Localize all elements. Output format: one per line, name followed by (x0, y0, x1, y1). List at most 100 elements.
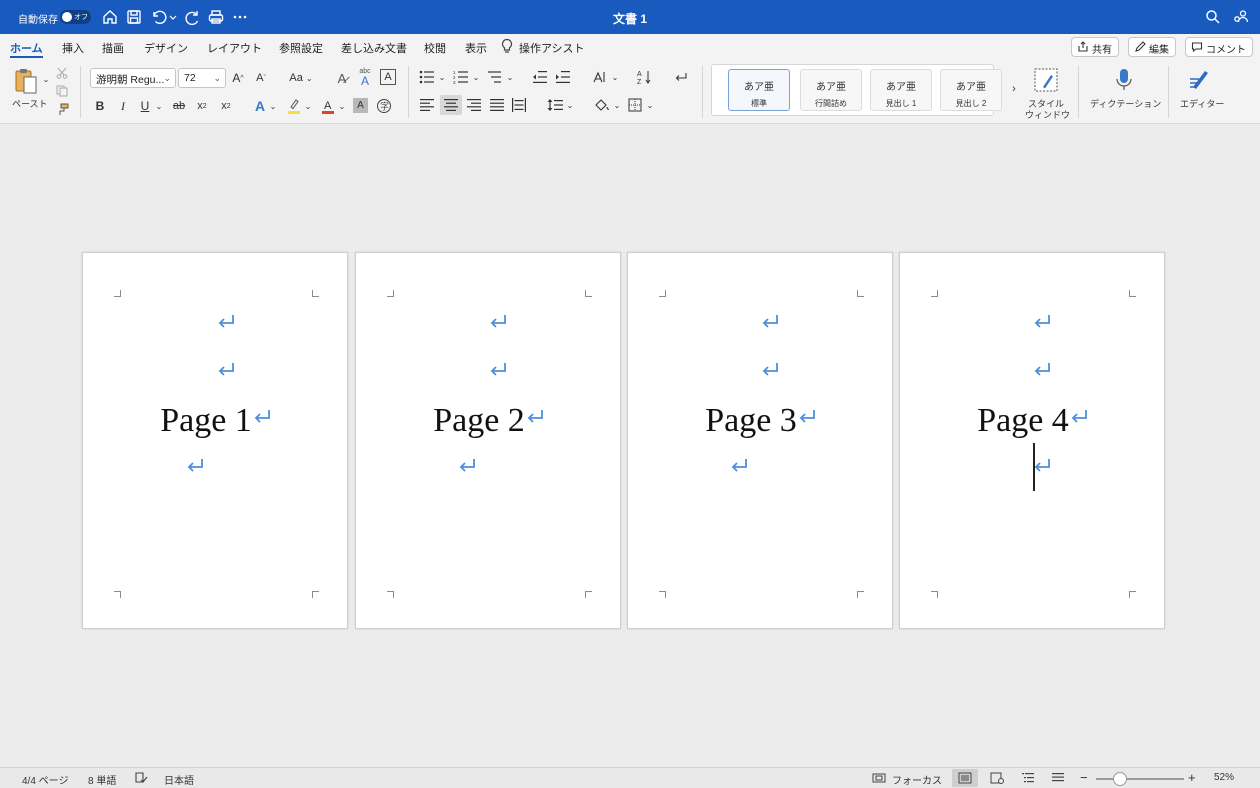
align-left-icon[interactable] (418, 96, 436, 114)
tab-references[interactable]: 参照設定 (279, 40, 323, 56)
shrink-font-icon[interactable]: Aˇ (253, 68, 269, 88)
font-color-icon[interactable]: A (320, 97, 336, 115)
subscript-icon[interactable]: x2 (195, 97, 209, 115)
undo-icon[interactable] (149, 8, 167, 26)
decrease-indent-icon[interactable] (531, 68, 549, 86)
increase-indent-icon[interactable] (554, 68, 572, 86)
highlight-icon[interactable] (286, 97, 302, 115)
multilevel-dropdown-icon[interactable]: ⌄ (505, 68, 515, 86)
format-painter-icon[interactable] (55, 102, 69, 116)
editor-button[interactable] (1186, 66, 1214, 94)
outline-view-button[interactable] (1015, 769, 1041, 787)
style-no-spacing[interactable]: あア亜 行間詰め (800, 69, 862, 111)
cut-icon[interactable] (55, 66, 69, 80)
style-normal[interactable]: あア亜 標準 (728, 69, 790, 111)
tab-draw[interactable]: 描画 (102, 40, 124, 56)
dictation-button[interactable] (1112, 66, 1136, 94)
zoom-slider-handle[interactable] (1113, 772, 1127, 786)
comment-button[interactable]: コメント (1185, 37, 1253, 57)
underline-dropdown-icon[interactable]: ⌄ (154, 97, 164, 115)
undo-dropdown-icon[interactable] (168, 8, 178, 26)
styles-pane-button[interactable] (1032, 66, 1060, 94)
strikethrough-icon[interactable]: ab (171, 97, 187, 115)
proofing-icon[interactable] (134, 771, 148, 785)
text-direction-icon[interactable] (591, 68, 609, 86)
sort-icon[interactable]: AZ (636, 68, 654, 86)
zoom-level[interactable]: 52% (1214, 772, 1234, 783)
tab-insert[interactable]: 挿入 (62, 40, 84, 56)
copy-icon[interactable] (55, 84, 69, 98)
save-icon[interactable] (125, 8, 143, 26)
bullets-icon[interactable] (418, 68, 436, 86)
bold-icon[interactable]: B (93, 97, 107, 115)
document-page[interactable]: Page 3 (627, 252, 893, 629)
print-layout-view-button[interactable] (952, 769, 978, 787)
justify-icon[interactable] (488, 96, 506, 114)
font-color-dropdown-icon[interactable]: ⌄ (337, 97, 347, 115)
font-name-combo[interactable]: 游明朝 Regu... ⌄ (90, 68, 176, 88)
shading-dropdown-icon[interactable]: ⌄ (612, 96, 622, 114)
draft-view-button[interactable] (1045, 769, 1071, 787)
more-icon[interactable] (231, 8, 249, 26)
phonetic-guide-icon[interactable]: abc A (356, 68, 374, 88)
distributed-icon[interactable] (510, 96, 528, 114)
clear-formatting-icon[interactable]: A̷ (333, 68, 351, 88)
document-page[interactable]: Page 4 (899, 252, 1165, 629)
document-page[interactable]: Page 2 (355, 252, 621, 629)
word-count[interactable]: 8 単語 (88, 772, 116, 787)
account-icon[interactable] (1232, 8, 1250, 26)
style-heading-2[interactable]: あア亜 見出し 2 (940, 69, 1002, 111)
autosave-toggle[interactable]: オフ (60, 10, 91, 24)
paragraph-mark-icon[interactable] (672, 68, 690, 86)
search-icon[interactable] (1204, 8, 1222, 26)
language[interactable]: 日本語 (164, 772, 194, 787)
bullets-dropdown-icon[interactable]: ⌄ (437, 68, 447, 86)
numbering-icon[interactable]: 123 (452, 68, 470, 86)
home-icon[interactable] (101, 8, 119, 26)
web-layout-view-button[interactable] (984, 769, 1010, 787)
change-case-button[interactable]: Aa ⌄ (288, 68, 314, 88)
zoom-out-button[interactable]: − (1080, 770, 1088, 785)
paste-button[interactable] (12, 67, 40, 95)
shading-icon[interactable] (593, 96, 611, 114)
styles-scroll-right-icon[interactable]: › (1008, 80, 1020, 98)
grow-font-icon[interactable]: A ^ (230, 68, 246, 88)
share-button[interactable]: 共有 (1071, 37, 1119, 57)
borders-dropdown-icon[interactable]: ⌄ (645, 96, 655, 114)
document-page[interactable]: Page 1 (82, 252, 348, 629)
tab-review[interactable]: 校閲 (424, 40, 446, 56)
focus-label[interactable]: フォーカス (892, 772, 942, 787)
tab-mailings[interactable]: 差し込み文書 (341, 40, 407, 56)
align-center-icon[interactable] (440, 95, 462, 115)
superscript-icon[interactable]: x2 (219, 97, 233, 115)
print-icon[interactable] (207, 8, 225, 26)
multilevel-list-icon[interactable] (486, 68, 504, 86)
page-count[interactable]: 4/4 ページ (22, 772, 68, 787)
italic-icon[interactable]: I (116, 97, 130, 115)
text-effects-icon[interactable]: A (252, 97, 268, 115)
character-shading-icon[interactable]: A (353, 98, 368, 113)
line-spacing-icon[interactable] (546, 96, 564, 114)
focus-icon[interactable] (872, 771, 886, 785)
font-size-combo[interactable]: 72 ⌄ (178, 68, 226, 88)
enclosed-character-icon[interactable]: 字 (375, 97, 393, 115)
borders-icon[interactable] (626, 96, 644, 114)
style-heading-1[interactable]: あア亜 見出し 1 (870, 69, 932, 111)
align-right-icon[interactable] (465, 96, 483, 114)
tab-tell-me[interactable]: 操作アシスト (519, 40, 585, 56)
text-effects-dropdown-icon[interactable]: ⌄ (268, 97, 278, 115)
underline-icon[interactable]: U (138, 97, 152, 115)
zoom-slider[interactable] (1096, 778, 1184, 780)
tab-design[interactable]: デザイン (144, 40, 188, 56)
tab-layout[interactable]: レイアウト (207, 40, 262, 56)
redo-icon[interactable] (183, 8, 201, 26)
tab-home[interactable]: ホーム (10, 40, 43, 58)
character-border-icon[interactable]: A (380, 69, 396, 85)
tab-view[interactable]: 表示 (465, 40, 487, 56)
paste-dropdown-icon[interactable]: ⌄ (42, 74, 50, 84)
line-spacing-dropdown-icon[interactable]: ⌄ (565, 96, 575, 114)
zoom-in-button[interactable]: + (1188, 770, 1196, 785)
text-direction-dropdown-icon[interactable]: ⌄ (610, 68, 620, 86)
highlight-dropdown-icon[interactable]: ⌄ (303, 97, 313, 115)
numbering-dropdown-icon[interactable]: ⌄ (471, 68, 481, 86)
